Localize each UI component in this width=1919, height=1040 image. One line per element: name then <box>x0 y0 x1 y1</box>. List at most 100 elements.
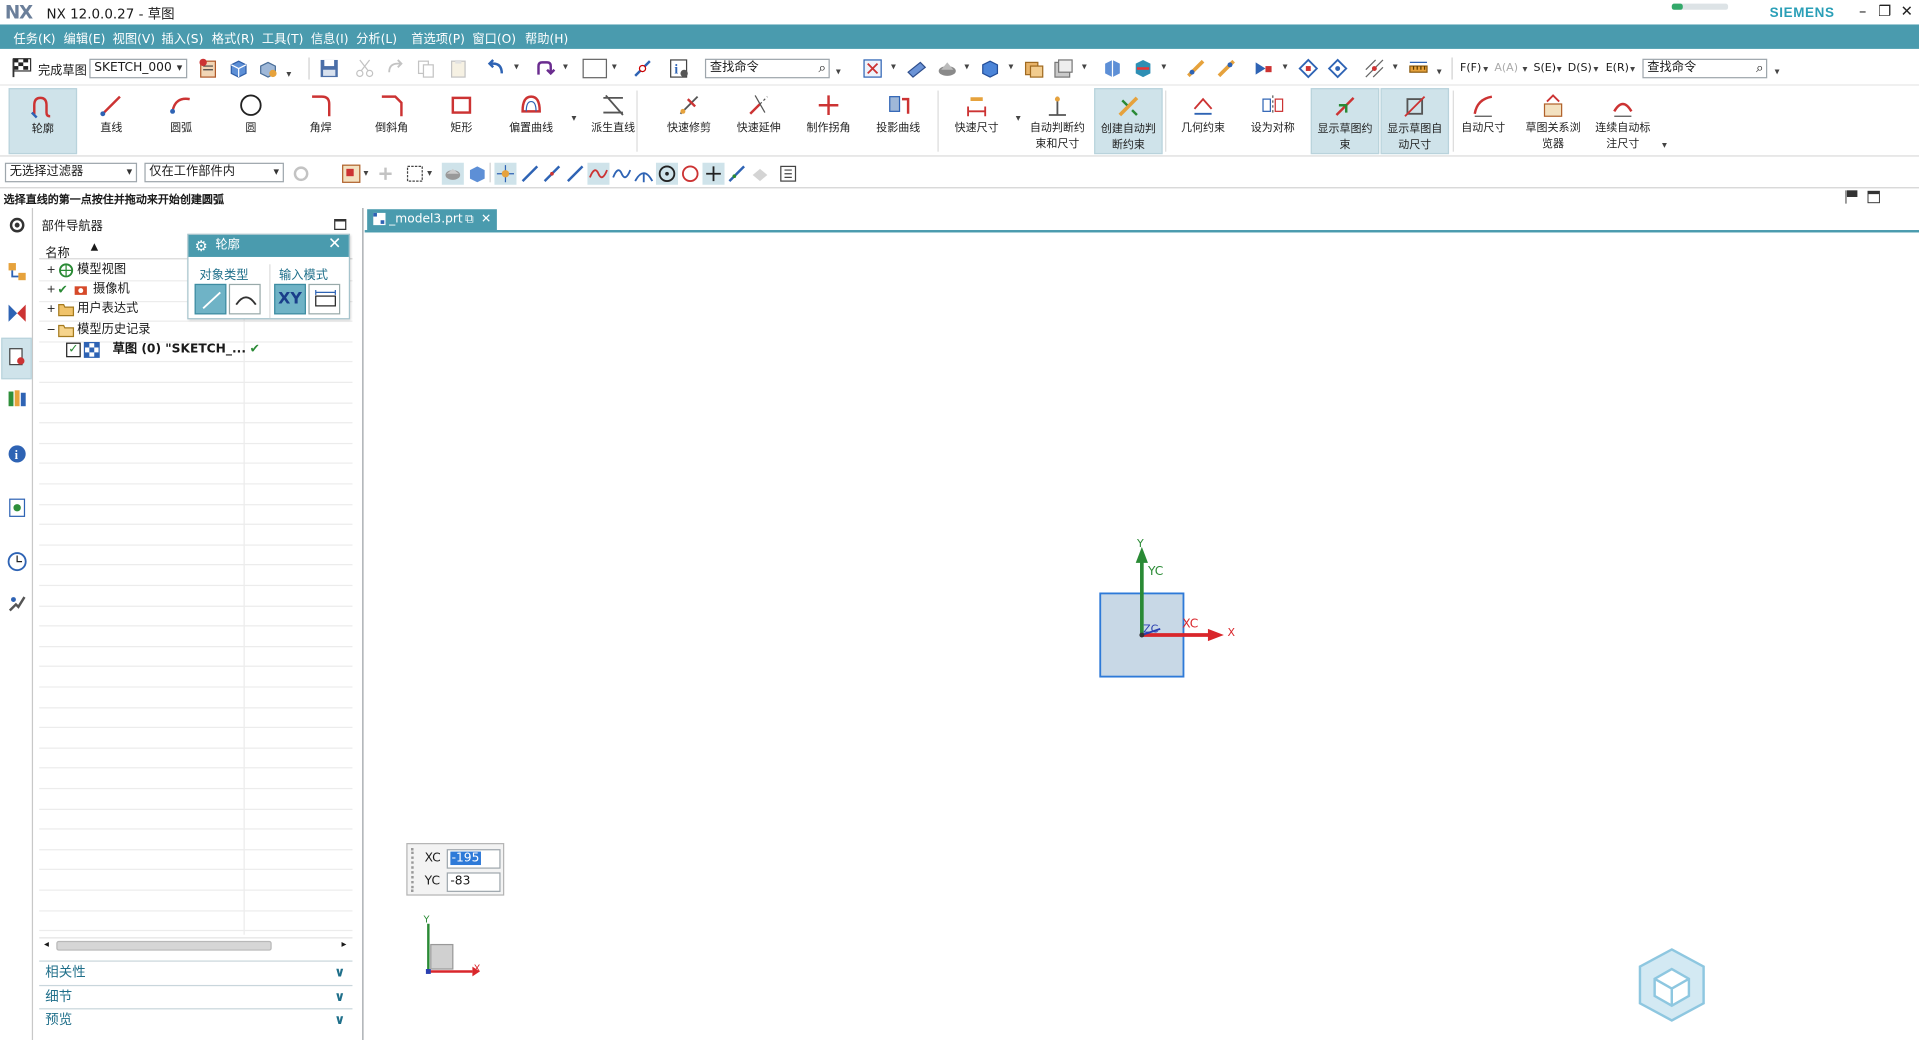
curve-snap-icon[interactable] <box>611 163 633 185</box>
reuse-library-icon[interactable] <box>6 387 28 409</box>
xc-input[interactable]: -195 <box>446 849 501 869</box>
history-info-icon[interactable]: i <box>6 443 28 465</box>
ribbon-button-22[interactable]: 连续自动标 注尺寸 <box>1589 88 1658 154</box>
perpendicular-snap-icon[interactable] <box>633 163 655 185</box>
orient-view-icon[interactable] <box>906 58 928 80</box>
info-icon[interactable]: i <box>668 58 690 80</box>
close-button[interactable]: ✕ <box>1897 2 1917 20</box>
input-mode-xy-button[interactable]: XY <box>274 283 306 315</box>
move-layer-icon[interactable] <box>1053 58 1075 80</box>
undo-icon[interactable] <box>485 58 507 80</box>
menu-task[interactable]: 任务(K) <box>13 28 55 46</box>
maximize-navigator-icon[interactable] <box>334 219 347 231</box>
ribbon-button-11[interactable]: 制作拐角 <box>794 88 863 154</box>
cut-icon[interactable] <box>354 58 376 80</box>
ribbon-button-16[interactable]: 几何约束 <box>1169 88 1238 154</box>
selection-box-icon[interactable] <box>582 58 608 79</box>
snap-icon[interactable] <box>1215 58 1237 80</box>
ribbon-button-9[interactable]: 快速修剪 <box>655 88 724 154</box>
section-dependencies[interactable]: 相关性 ∨ <box>39 960 353 982</box>
graphics-window[interactable]: Y YC XC X ZC Y X <box>365 232 1919 1040</box>
ribbon-dropdown-icon[interactable]: ▾ <box>572 113 577 124</box>
ribbon-button-6[interactable]: 矩形 <box>427 88 496 154</box>
point-on-curve-icon[interactable] <box>632 58 654 80</box>
select-feature-icon[interactable] <box>1253 58 1275 80</box>
ribbon-button-1[interactable]: 直线 <box>77 88 146 154</box>
menu-info[interactable]: 信息(I) <box>311 28 349 46</box>
tab-detach-icon[interactable]: ⧉ <box>465 209 474 230</box>
ribbon-button-20[interactable]: 自动尺寸 <box>1449 88 1518 154</box>
settings-disabled-icon[interactable] <box>290 163 312 185</box>
command-search-input[interactable]: 查找命令 ⌕ <box>704 58 830 79</box>
copy-icon[interactable] <box>415 58 437 80</box>
ribbon-dropdown-icon[interactable]: ▾ <box>1016 113 1021 124</box>
fit-view-icon[interactable] <box>862 58 884 80</box>
assembly-navigator-icon[interactable] <box>6 261 28 283</box>
pane-divider[interactable] <box>362 208 364 1040</box>
input-mode-parameter-button[interactable] <box>308 283 341 315</box>
menu-edit[interactable]: 编辑(E) <box>64 28 106 46</box>
render-style-icon[interactable] <box>979 58 1001 80</box>
snap-point-icon[interactable] <box>494 162 517 185</box>
visibility-checkbox[interactable]: ✓ <box>66 342 81 358</box>
point-on-line-icon[interactable] <box>726 163 748 185</box>
point-on-face-icon[interactable] <box>749 163 771 185</box>
tab-close-icon[interactable]: ✕ <box>481 209 491 230</box>
menu-analysis[interactable]: 分析(L) <box>356 28 397 46</box>
sketch-name-select[interactable]: SKETCH_000 <box>89 58 188 79</box>
yc-input[interactable]: -83 <box>446 872 501 892</box>
reattach-icon[interactable] <box>257 58 279 80</box>
filter-a[interactable]: A(A) <box>1494 62 1518 74</box>
ribbon-button-12[interactable]: 投影曲线 <box>864 88 933 154</box>
scope-select[interactable]: 仅在工作部件内 <box>144 162 284 183</box>
command-search-input-2[interactable]: 查找命令 ⌕ <box>1642 58 1768 79</box>
clip-section-icon[interactable] <box>1132 58 1154 80</box>
ribbon-button-21[interactable]: 草图关系浏 览器 <box>1519 88 1588 154</box>
ribbon-button-2[interactable]: 圆弧 <box>147 88 216 154</box>
ribbon-button-15[interactable]: 创建自动判 断约束 <box>1094 88 1163 155</box>
history-clock-icon[interactable] <box>6 551 28 573</box>
tree-row-sketch[interactable]: ✓ 草图 (0) "SKETCH_... ✔ <box>39 340 352 360</box>
rect-select-icon[interactable] <box>404 163 426 185</box>
endpoint-snap-icon[interactable] <box>519 163 541 185</box>
layer-icon[interactable] <box>1023 58 1045 80</box>
menu-insert[interactable]: 插入(S) <box>162 28 204 46</box>
horizontal-scrollbar[interactable]: ◂ ▸ <box>39 937 353 952</box>
ribbon-button-18[interactable]: 显示草图约 束 <box>1310 88 1380 155</box>
part-navigator-icon[interactable] <box>6 346 28 368</box>
object-type-line-button[interactable] <box>194 283 227 315</box>
grid-snap-icon[interactable] <box>1363 58 1385 80</box>
constraint-control-icon[interactable] <box>1327 58 1349 80</box>
type-filter-select[interactable]: 无选择过滤器 <box>4 162 138 183</box>
filter-e[interactable]: E(R) <box>1606 62 1629 74</box>
finish-sketch-icon[interactable] <box>12 56 34 78</box>
flag-icon[interactable] <box>1843 188 1860 205</box>
menu-window[interactable]: 窗口(O) <box>472 28 516 46</box>
select-all-icon[interactable] <box>340 163 362 185</box>
restore-button[interactable]: ❐ <box>1875 2 1895 20</box>
web-browser-icon[interactable] <box>6 497 28 519</box>
section-view-icon[interactable] <box>1101 58 1123 80</box>
select-body-icon[interactable] <box>441 162 464 185</box>
control-point-icon[interactable] <box>564 163 586 185</box>
menu-help[interactable]: 帮助(H) <box>525 28 568 46</box>
sketch-settings-icon[interactable] <box>197 58 219 80</box>
deselect-icon[interactable] <box>374 163 396 185</box>
ribbon-button-4[interactable]: 角焊 <box>286 88 355 154</box>
wcs-icon[interactable] <box>1185 58 1207 80</box>
ribbon-button-0[interactable]: 轮廓 <box>8 88 78 155</box>
ribbon-button-5[interactable]: 倒斜角 <box>357 88 426 154</box>
paste-icon[interactable] <box>448 58 470 80</box>
constraint-navigator-icon[interactable] <box>6 302 28 324</box>
menu-format[interactable]: 格式(R) <box>212 28 255 46</box>
ribbon-button-17[interactable]: 设为对称 <box>1239 88 1308 154</box>
finish-sketch-label[interactable]: 完成草图 <box>38 60 87 78</box>
minimize-button[interactable]: – <box>1853 2 1873 20</box>
ribbon-button-19[interactable]: 显示草图自 动尺寸 <box>1380 88 1450 155</box>
ribbon-button-14[interactable]: 自动判断约 束和尺寸 <box>1023 88 1092 154</box>
ribbon-button-7[interactable]: 偏置曲线 <box>497 88 566 154</box>
dialog-gear-icon[interactable]: ⚙ <box>195 237 208 254</box>
redo-disabled-icon[interactable] <box>384 58 406 80</box>
menu-tools[interactable]: 工具(T) <box>262 28 304 46</box>
dialog-titlebar[interactable]: 轮廓 <box>188 234 349 257</box>
